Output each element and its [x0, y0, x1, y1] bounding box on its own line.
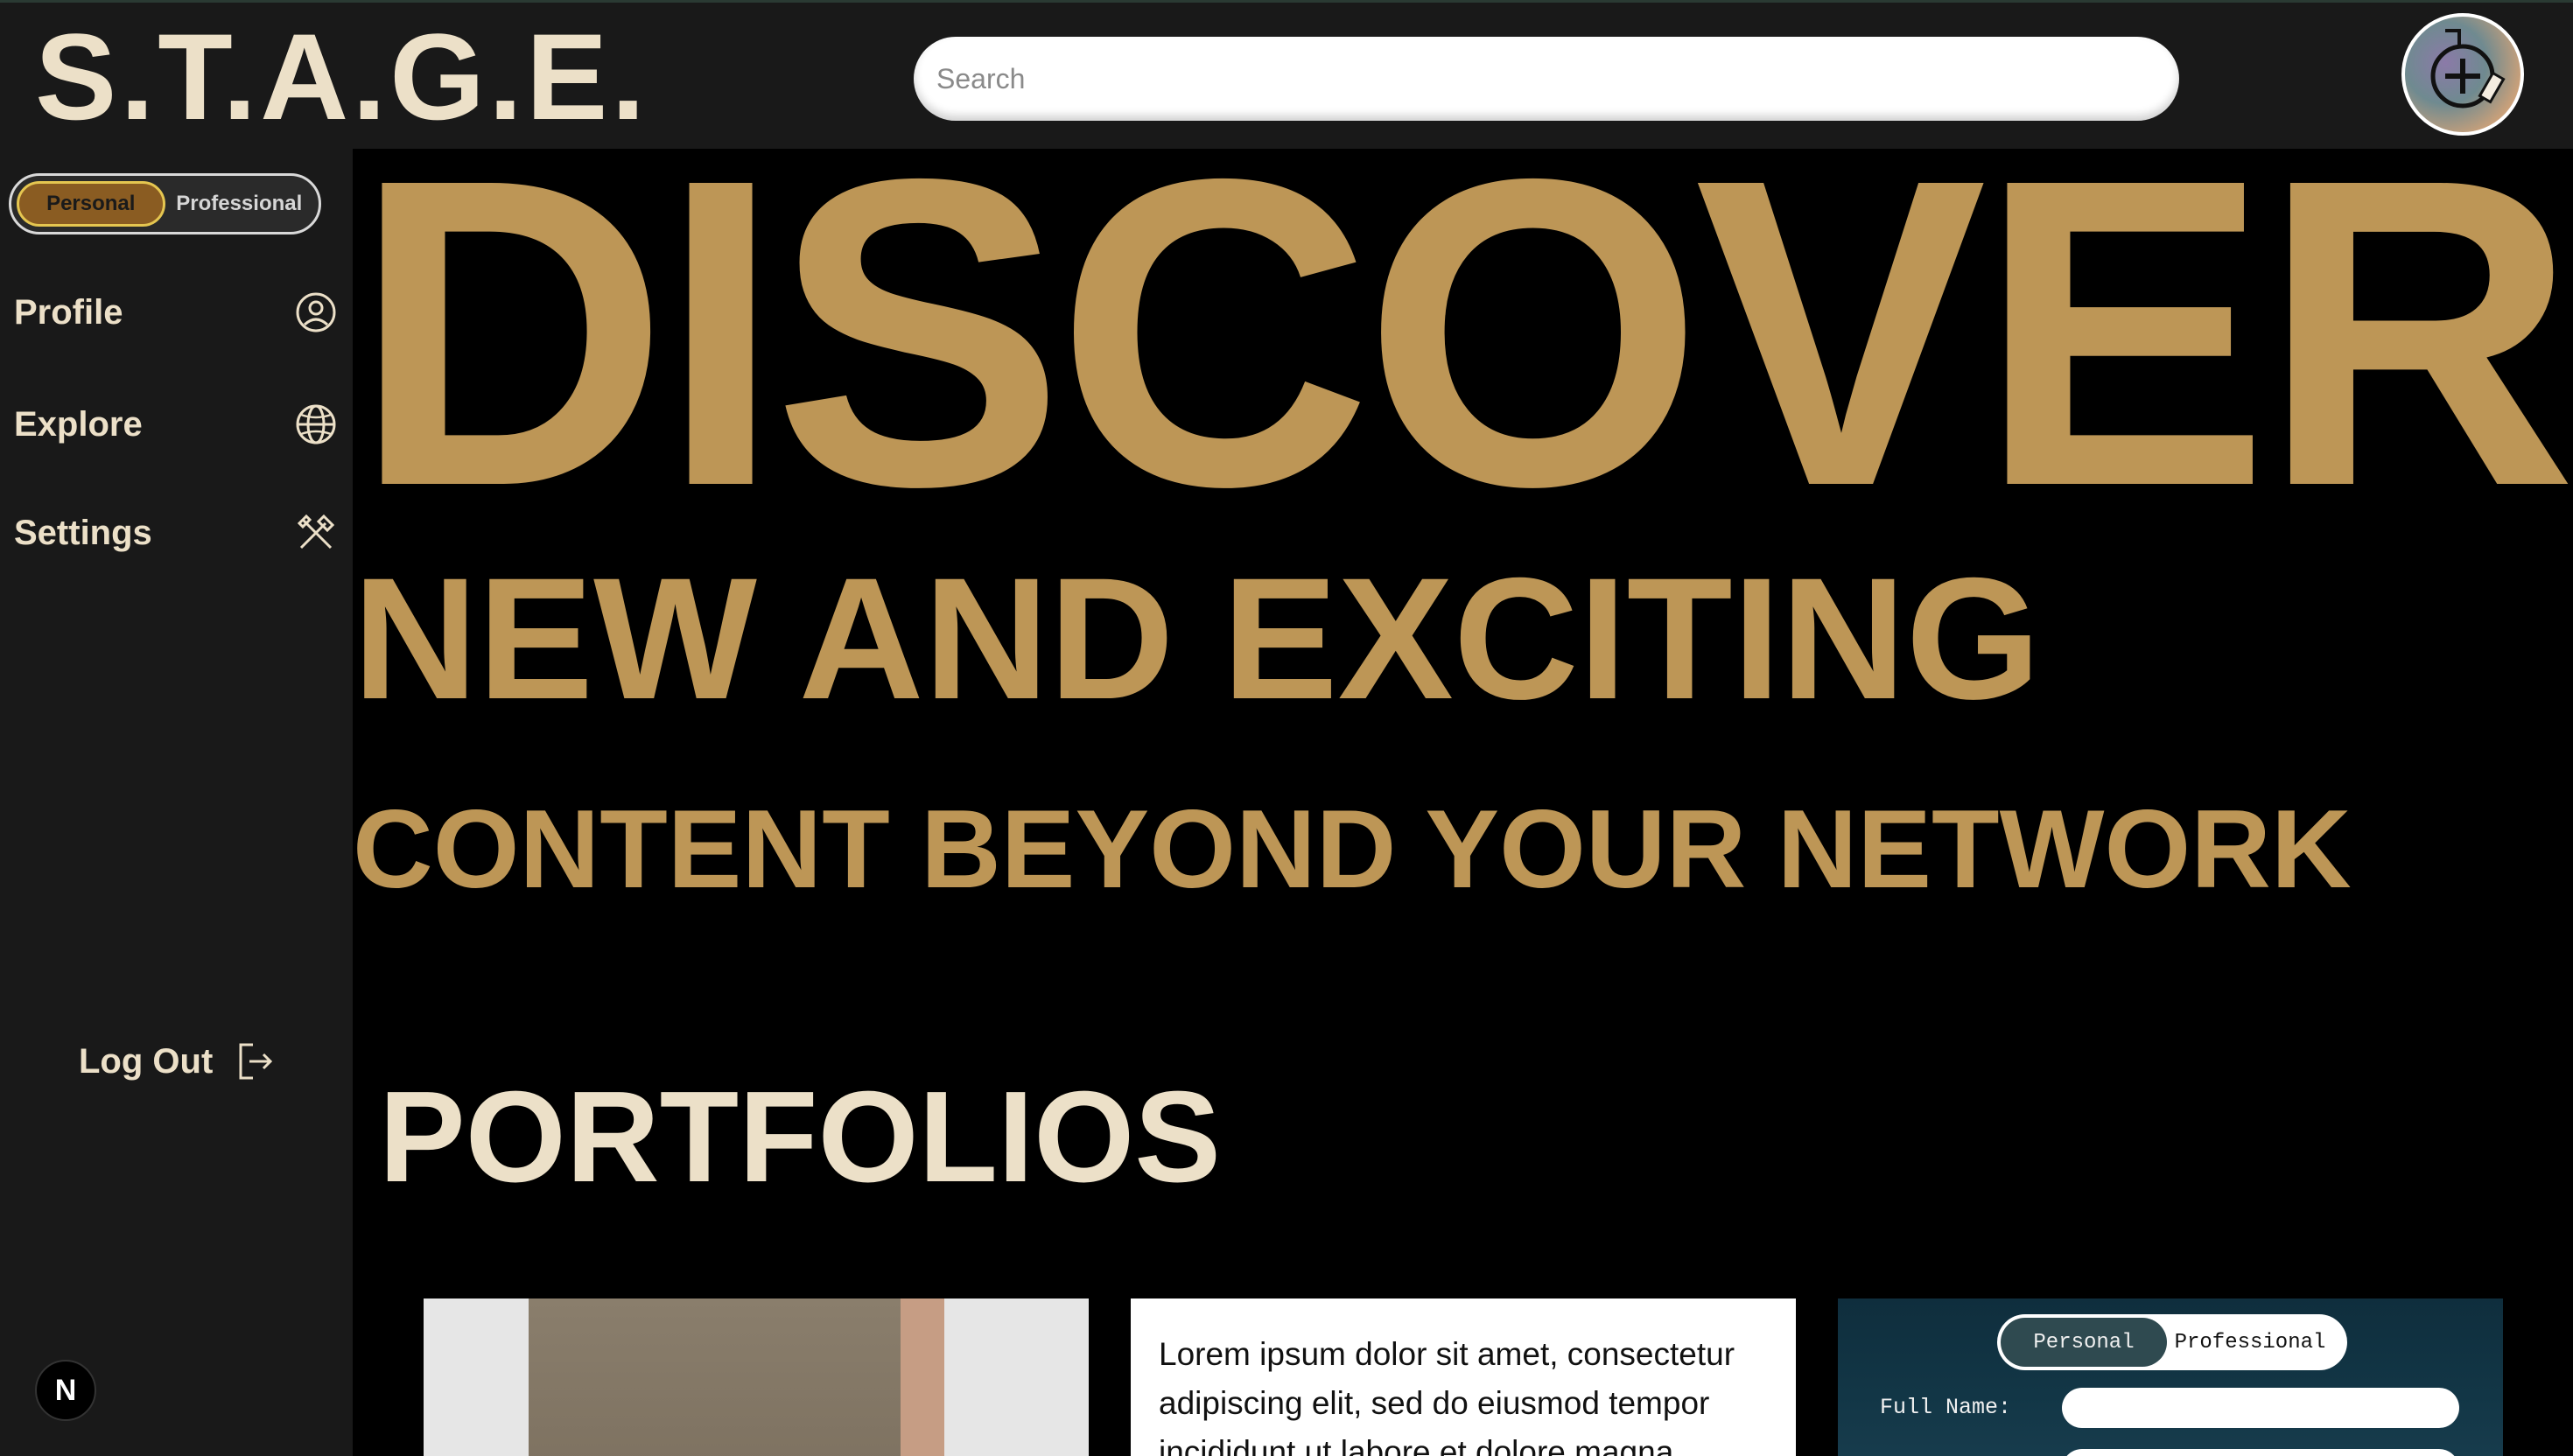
portfolios-heading: PORTFOLIOS	[379, 1065, 1221, 1209]
create-post-button[interactable]	[2401, 13, 2524, 136]
dev-badge[interactable]: N	[35, 1360, 96, 1421]
sidebar-item-settings[interactable]: Settings	[14, 502, 338, 564]
card-photo	[901, 1298, 944, 1456]
plus-paintbrush-icon	[2430, 29, 2506, 108]
main-content: DISCOVER NEW AND EXCITING CONTENT BEYOND…	[353, 149, 2573, 1456]
globe-icon	[296, 404, 336, 444]
tools-icon	[297, 514, 335, 550]
toggle-professional[interactable]: Professional	[165, 181, 313, 227]
toggle-personal[interactable]: Personal	[17, 181, 165, 227]
card-toggle-professional[interactable]: Professional	[2167, 1318, 2333, 1367]
logout-button[interactable]: Log Out	[79, 1040, 277, 1083]
full-name-field[interactable]	[2062, 1388, 2459, 1428]
second-field[interactable]	[2062, 1449, 2459, 1456]
hero-title: DISCOVER	[353, 149, 2573, 577]
app-logo[interactable]: S.T.A.G.E.	[35, 11, 649, 143]
portfolio-card-text[interactable]: Lorem ipsum dolor sit amet, consectetur …	[1131, 1298, 1796, 1456]
card-text: Lorem ipsum dolor sit amet, consectetur …	[1159, 1336, 1735, 1456]
sidebar-item-explore[interactable]: Explore	[14, 394, 338, 455]
card-toggle-personal[interactable]: Personal	[2001, 1318, 2167, 1367]
hero-subtitle: NEW AND EXCITING	[353, 542, 2041, 735]
sidebar: Personal Professional Profile Explore Se…	[0, 149, 353, 1456]
logout-label: Log Out	[79, 1041, 214, 1081]
top-bar: S.T.A.G.E.	[0, 0, 2573, 149]
sidebar-item-label: Profile	[14, 292, 123, 332]
user-circle-icon	[296, 292, 336, 332]
hero-tagline: CONTENT BEYOND YOUR NETWORK	[353, 787, 2352, 911]
sidebar-item-label: Settings	[14, 513, 152, 552]
portfolio-card-form[interactable]: Personal Professional Full Name:	[1838, 1298, 2503, 1456]
full-name-label: Full Name:	[1880, 1395, 2012, 1420]
sidebar-item-profile[interactable]: Profile	[14, 282, 338, 343]
sidebar-item-label: Explore	[14, 404, 143, 444]
card-mode-toggle[interactable]: Personal Professional	[1997, 1314, 2347, 1370]
logout-icon	[239, 1043, 273, 1080]
account-mode-toggle[interactable]: Personal Professional	[9, 173, 321, 234]
search-input[interactable]	[914, 37, 2179, 121]
portfolio-card-image[interactable]	[424, 1298, 1089, 1456]
card-photo	[529, 1298, 914, 1456]
